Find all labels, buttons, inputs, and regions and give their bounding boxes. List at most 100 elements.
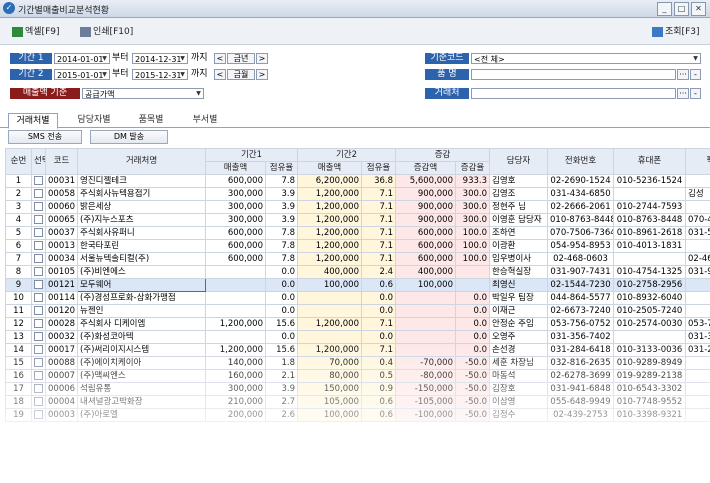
excel-button[interactable]: 엑셀[F9] (12, 24, 60, 37)
cell-phone: 010-8763-8448 (547, 213, 615, 227)
tab-by-department[interactable]: 부서별 (180, 113, 230, 127)
row-checkbox[interactable] (34, 175, 43, 185)
col-select[interactable]: 선택 (31, 148, 46, 175)
basis-select[interactable]: 공급가액 ▼ (82, 88, 204, 99)
row-checkbox[interactable] (34, 188, 43, 198)
col-diff-amount[interactable]: 증감액 (395, 161, 456, 175)
cell-name: 모두웨어 (77, 278, 206, 292)
cell-p1-sales: 600,000 (205, 174, 266, 188)
table-row[interactable]: 13 00032 (주)화성코아텍 0.0 0.0 0.0 오영주 031-356-7402 0… (5, 330, 710, 344)
product-lookup-button[interactable]: ··· (677, 69, 689, 80)
cell-code: 00121 (45, 278, 78, 292)
query-button[interactable]: 조회[F3] (652, 24, 700, 37)
col-code[interactable]: 코드 (45, 148, 78, 175)
cell-select (31, 395, 46, 409)
row-checkbox[interactable] (34, 357, 43, 367)
tab-by-rep[interactable]: 담당자별 (66, 113, 122, 127)
product-input[interactable] (471, 69, 676, 80)
table-row[interactable]: 18 00004 내셔널광고박화장 210,000 2.7 105,000 0.6 -105,… (5, 395, 710, 409)
row-checkbox[interactable] (34, 344, 43, 354)
product-clear-button[interactable]: - (690, 69, 701, 80)
dm-send-button[interactable]: DM 발송 (90, 130, 168, 144)
client-lookup-button[interactable]: ··· (677, 88, 689, 99)
col-p1-share[interactable]: 점유율 (265, 161, 298, 175)
period1-to-input[interactable]: 2014-12-31 ▼ (132, 53, 188, 64)
table-row[interactable]: 16 00007 (주)맥씨엔스 160,000 2.1 80,000 0.5 -80,000… (5, 369, 710, 383)
table-row[interactable]: 15 00088 (주)에이치케이아 140,000 1.8 70,000 0.4 -70,0… (5, 356, 710, 370)
col-p1-sales[interactable]: 매출액 (205, 161, 266, 175)
row-checkbox[interactable] (34, 370, 43, 380)
row-checkbox[interactable] (34, 331, 43, 341)
prev-button[interactable]: < (214, 69, 226, 80)
cell-phone: 032-816-2635 (547, 356, 615, 370)
cell-diff-rate: 100.0 (454, 239, 491, 253)
print-button[interactable]: 인쇄[F10] (80, 24, 133, 37)
cell-code: 00120 (45, 304, 78, 318)
table-row[interactable]: 12 00028 주식회사 디케이엠 1,200,000 15.6 1,200,000 7.… (5, 317, 710, 331)
row-checkbox[interactable] (34, 305, 43, 315)
col-p2-sales[interactable]: 매출액 (297, 161, 362, 175)
cell-p1-sales (205, 291, 266, 305)
this-year-button[interactable]: 금년 (227, 53, 255, 64)
table-row[interactable]: 5 00037 주식회사유퍼니 600,000 7.8 1,200,000 7.1 600,0… (5, 226, 710, 240)
cell-diff-amount: 5,600,000 (395, 174, 456, 188)
cell-p2-share: 7.1 (361, 317, 396, 331)
period2-to-input[interactable]: 2015-12-31 ▼ (132, 69, 188, 80)
row-checkbox[interactable] (34, 240, 43, 250)
close-icon[interactable]: ✕ (691, 2, 706, 16)
row-checkbox[interactable] (34, 253, 43, 263)
this-month-button[interactable]: 금월 (227, 69, 255, 80)
table-row[interactable]: 14 00017 (주)써리이지시스템 1,200,000 15.6 1,200,000 7… (5, 343, 710, 357)
sms-send-button[interactable]: SMS 전송 (8, 130, 82, 144)
col-fax[interactable]: 팩 (685, 148, 710, 175)
basecode-select[interactable]: <전 체> ▼ (471, 53, 701, 64)
next-button[interactable]: > (256, 69, 268, 80)
table-row[interactable]: 19 00003 (주)아로엘 200,000 2.6 100,000 0.6 -100,00… (5, 408, 710, 422)
row-checkbox[interactable] (34, 318, 43, 328)
table-row[interactable]: 4 00065 (주)지누스포츠 300,000 3.9 1,200,000 7.1 900,… (5, 213, 710, 227)
tab-by-client[interactable]: 거래처별 (8, 113, 58, 129)
client-input[interactable] (471, 88, 676, 99)
col-name[interactable]: 거래처명 (77, 148, 206, 175)
col-phone[interactable]: 전화번호 (547, 148, 615, 175)
table-row[interactable]: 11 00120 뉴젠인 0.0 0.0 0.0 이재근 02-6673-7240 010-25… (5, 304, 710, 318)
col-p2-share[interactable]: 점유율 (361, 161, 396, 175)
cell-rep: 한승혁실장 (489, 265, 549, 279)
row-checkbox[interactable] (34, 279, 43, 289)
cell-seq: 1 (5, 174, 32, 188)
client-clear-button[interactable]: - (690, 88, 701, 99)
row-checkbox[interactable] (34, 383, 43, 393)
row-checkbox[interactable] (34, 292, 43, 302)
row-checkbox[interactable] (34, 201, 43, 211)
row-checkbox[interactable] (34, 409, 43, 419)
col-seq[interactable]: 순번 (5, 148, 32, 175)
cell-p2-share: 7.1 (361, 252, 396, 266)
cell-p2-share: 7.1 (361, 239, 396, 253)
period2-from-input[interactable]: 2015-01-01 ▼ (54, 69, 110, 80)
period1-from-input[interactable]: 2014-01-01 ▼ (54, 53, 110, 64)
table-row[interactable]: 9 00121 모두웨어 0.0 100,000 0.6 100,000 최영신 02-1544… (5, 278, 710, 292)
minimize-icon[interactable]: _ (657, 2, 672, 16)
row-checkbox[interactable] (34, 266, 43, 276)
next-button[interactable]: > (256, 53, 268, 64)
table-row[interactable]: 8 00105 (주)비엔에스 0.0 400,000 2.4 400,000 한승혁실장 03… (5, 265, 710, 279)
toolbar: 엑셀[F9] 인쇄[F10] 조회[F3] (0, 18, 710, 45)
cell-fax: 053-743 (685, 317, 710, 331)
table-row[interactable]: 17 00006 석림유통 300,000 3.9 150,000 0.9 -150,000-… (5, 382, 710, 396)
row-checkbox[interactable] (34, 396, 43, 406)
row-checkbox[interactable] (34, 214, 43, 224)
table-row[interactable]: 1 00031 영진디젤테크 600,000 7.8 6,200,000 36.8 5,600… (5, 174, 710, 188)
cell-diff-rate (454, 278, 491, 292)
prev-button[interactable]: < (214, 53, 226, 64)
tab-by-product[interactable]: 품목별 (126, 113, 176, 127)
col-diff-rate[interactable]: 증감율 (454, 161, 491, 175)
row-checkbox[interactable] (34, 227, 43, 237)
table-row[interactable]: 10 00114 (주)경성프로화-삼화가맹점 0.0 0.0 0.0 박일우 팀장 044-… (5, 291, 710, 305)
maximize-icon[interactable]: □ (674, 2, 689, 16)
table-row[interactable]: 2 00058 주식회사뉴텍용접기 300,000 3.9 1,200,000 7.1 900… (5, 187, 710, 201)
table-row[interactable]: 7 00034 서울뉴텍솔티컬(주) 600,000 7.8 1,200,000 7.1 60… (5, 252, 710, 266)
col-rep[interactable]: 담당자 (489, 148, 549, 175)
table-row[interactable]: 6 00013 한국타포린 600,000 7.8 1,200,000 7.1 600,000… (5, 239, 710, 253)
col-mobile[interactable]: 휴대폰 (613, 148, 687, 175)
table-row[interactable]: 3 00060 밝은세상 300,000 3.9 1,200,000 7.1 900,000 3… (5, 200, 710, 214)
